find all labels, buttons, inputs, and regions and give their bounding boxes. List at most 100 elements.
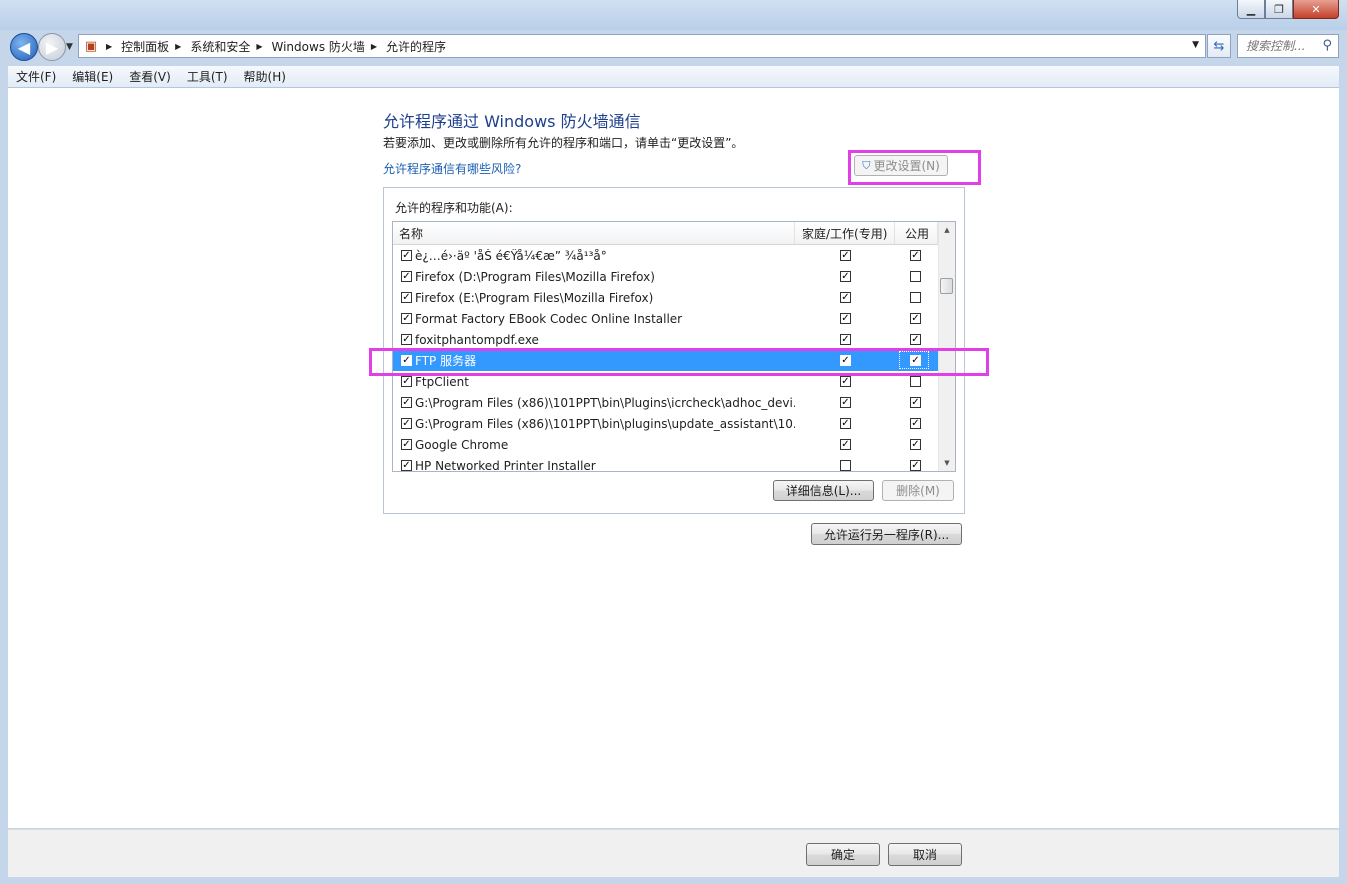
breadcrumb-arrow-icon[interactable]: ▶ — [371, 42, 377, 51]
scroll-up-icon[interactable]: ▲ — [939, 222, 955, 238]
window-titlebar: ▁ ❐ ✕ — [0, 0, 1347, 30]
home-work-checkbox[interactable]: ✓ — [840, 418, 851, 429]
public-checkbox[interactable] — [910, 376, 921, 387]
ok-button[interactable]: 确定 — [806, 843, 880, 866]
program-name: HP Networked Printer Installer — [415, 458, 596, 472]
refresh-button[interactable]: ⇆ — [1207, 34, 1231, 58]
public-checkbox[interactable] — [910, 271, 921, 282]
breadcrumb-arrow-icon[interactable]: ▶ — [256, 42, 262, 51]
home-work-checkbox[interactable]: ✓ — [840, 271, 851, 282]
breadcrumb-allowed-programs[interactable]: 允许的程序 — [386, 38, 446, 55]
menu-view[interactable]: 查看(V) — [121, 68, 179, 85]
details-button[interactable]: 详细信息(L)... — [773, 480, 874, 501]
public-checkbox[interactable]: ✓ — [910, 397, 921, 408]
programs-list[interactable]: 名称 家庭/工作(专用) 公用 ✓ è¿…é›·äº 'åŠ é€Ÿå¼€æ” ¾… — [392, 221, 956, 472]
enabled-checkbox[interactable]: ✓ — [401, 292, 412, 303]
public-checkbox[interactable]: ✓ — [910, 250, 921, 261]
home-work-checkbox[interactable]: ✓ — [840, 250, 851, 261]
home-work-checkbox-cell: ✓ — [840, 355, 851, 366]
change-settings-button[interactable]: ⛉ 更改设置(N) — [854, 155, 948, 176]
enabled-checkbox[interactable]: ✓ — [401, 439, 412, 450]
public-checkbox-cell: ✓ — [910, 250, 921, 261]
cancel-button[interactable]: 取消 — [888, 843, 962, 866]
public-checkbox-cell — [910, 376, 921, 387]
scroll-down-icon[interactable]: ▼ — [939, 455, 955, 471]
column-home-work[interactable]: 家庭/工作(专用) — [795, 222, 895, 244]
home-work-checkbox[interactable]: ✓ — [840, 355, 851, 366]
home-work-checkbox[interactable]: ✓ — [840, 334, 851, 345]
public-checkbox-cell — [910, 292, 921, 303]
search-input[interactable] — [1244, 38, 1320, 54]
enabled-checkbox-cell: ✓ — [401, 334, 412, 345]
page-description: 若要添加、更改或删除所有允许的程序和端口，请单击“更改设置”。 — [383, 136, 744, 150]
enabled-checkbox[interactable]: ✓ — [401, 271, 412, 282]
forward-button[interactable]: ▶ — [38, 33, 66, 61]
table-row[interactable]: ✓ FTP 服务器 ✓ ✓ — [393, 350, 938, 371]
public-checkbox[interactable]: ✓ — [910, 418, 921, 429]
address-bar[interactable]: ▣ ▶ 控制面板 ▶ 系统和安全 ▶ Windows 防火墙 ▶ 允许的程序 ▼ — [78, 34, 1206, 58]
table-row[interactable]: ✓ Firefox (E:\Program Files\Mozilla Firef… — [393, 287, 938, 308]
menu-tools[interactable]: 工具(T) — [179, 68, 236, 85]
maximize-icon: ❐ — [1274, 2, 1284, 16]
address-dropdown-icon[interactable]: ▼ — [1192, 40, 1199, 50]
enabled-checkbox-cell: ✓ — [401, 292, 412, 303]
home-work-checkbox[interactable]: ✓ — [840, 292, 851, 303]
forward-arrow-icon: ▶ — [45, 37, 59, 57]
column-public[interactable]: 公用 — [895, 222, 938, 244]
table-row[interactable]: ✓ è¿…é›·äº 'åŠ é€Ÿå¼€æ” ¾å¹³å° ✓ ✓ — [393, 245, 938, 266]
column-name[interactable]: 名称 — [393, 222, 795, 244]
search-icon[interactable]: ⚲ — [1322, 38, 1332, 53]
enabled-checkbox[interactable]: ✓ — [401, 355, 412, 366]
enabled-checkbox[interactable]: ✓ — [401, 418, 412, 429]
table-row[interactable]: ✓ FtpClient ✓ — [393, 371, 938, 392]
menu-file[interactable]: 文件(F) — [8, 68, 64, 85]
public-checkbox[interactable]: ✓ — [910, 334, 921, 345]
table-row[interactable]: ✓ Format Factory EBook Codec Online Insta… — [393, 308, 938, 329]
table-row[interactable]: ✓ Firefox (D:\Program Files\Mozilla Firef… — [393, 266, 938, 287]
home-work-checkbox[interactable]: ✓ — [840, 376, 851, 387]
table-row[interactable]: ✓ Google Chrome ✓ ✓ — [393, 434, 938, 455]
risk-link[interactable]: 允许程序通信有哪些风险? — [383, 160, 521, 177]
home-work-checkbox[interactable]: ✓ — [840, 439, 851, 450]
table-row[interactable]: ✓ G:\Program Files (x86)\101PPT\bin\plugi… — [393, 413, 938, 434]
enabled-checkbox[interactable]: ✓ — [401, 313, 412, 324]
scroll-thumb[interactable] — [940, 278, 953, 294]
navigation-bar: ◀ ▶ ▼ ▣ ▶ 控制面板 ▶ 系统和安全 ▶ Windows 防火墙 ▶ 允… — [0, 30, 1347, 62]
breadcrumb-windows-firewall[interactable]: Windows 防火墙 — [272, 38, 365, 55]
public-checkbox[interactable]: ✓ — [910, 313, 921, 324]
back-arrow-icon: ◀ — [17, 37, 31, 57]
public-checkbox[interactable] — [910, 292, 921, 303]
maximize-button[interactable]: ❐ — [1265, 0, 1293, 19]
enabled-checkbox[interactable]: ✓ — [401, 376, 412, 387]
close-button[interactable]: ✕ — [1293, 0, 1339, 19]
recent-pages-dropdown[interactable]: ▼ — [66, 42, 73, 52]
public-checkbox[interactable]: ✓ — [910, 460, 921, 471]
home-work-checkbox-cell: ✓ — [840, 418, 851, 429]
breadcrumb-arrow-icon[interactable]: ▶ — [175, 42, 181, 51]
table-row[interactable]: ✓ foxitphantompdf.exe ✓ ✓ — [393, 329, 938, 350]
menu-bar: 文件(F) 编辑(E) 查看(V) 工具(T) 帮助(H) — [8, 66, 1339, 88]
table-row[interactable]: ✓ HP Networked Printer Installer ✓ — [393, 455, 938, 472]
home-work-checkbox[interactable] — [840, 460, 851, 471]
home-work-checkbox[interactable]: ✓ — [840, 397, 851, 408]
allow-another-program-button[interactable]: 允许运行另一程序(R)... — [811, 523, 962, 545]
search-box[interactable]: ⚲ — [1237, 34, 1339, 58]
enabled-checkbox[interactable]: ✓ — [401, 397, 412, 408]
enabled-checkbox[interactable]: ✓ — [401, 334, 412, 345]
enabled-checkbox[interactable]: ✓ — [401, 460, 412, 471]
remove-button[interactable]: 删除(M) — [882, 480, 954, 501]
back-button[interactable]: ◀ — [10, 33, 38, 61]
shield-icon: ⛉ — [862, 158, 871, 172]
vertical-scrollbar[interactable]: ▲ ▼ — [938, 222, 955, 471]
breadcrumb-arrow-icon[interactable]: ▶ — [106, 42, 112, 51]
enabled-checkbox[interactable]: ✓ — [401, 250, 412, 261]
menu-edit[interactable]: 编辑(E) — [64, 68, 121, 85]
menu-help[interactable]: 帮助(H) — [236, 68, 294, 85]
table-row[interactable]: ✓ G:\Program Files (x86)\101PPT\bin\Plugi… — [393, 392, 938, 413]
dialog-footer: 确定 取消 — [8, 829, 1339, 877]
minimize-button[interactable]: ▁ — [1237, 0, 1265, 19]
home-work-checkbox[interactable]: ✓ — [840, 313, 851, 324]
breadcrumb-system-security[interactable]: 系统和安全 — [190, 38, 250, 55]
public-checkbox[interactable]: ✓ — [910, 439, 921, 450]
breadcrumb-control-panel[interactable]: 控制面板 — [121, 38, 169, 55]
